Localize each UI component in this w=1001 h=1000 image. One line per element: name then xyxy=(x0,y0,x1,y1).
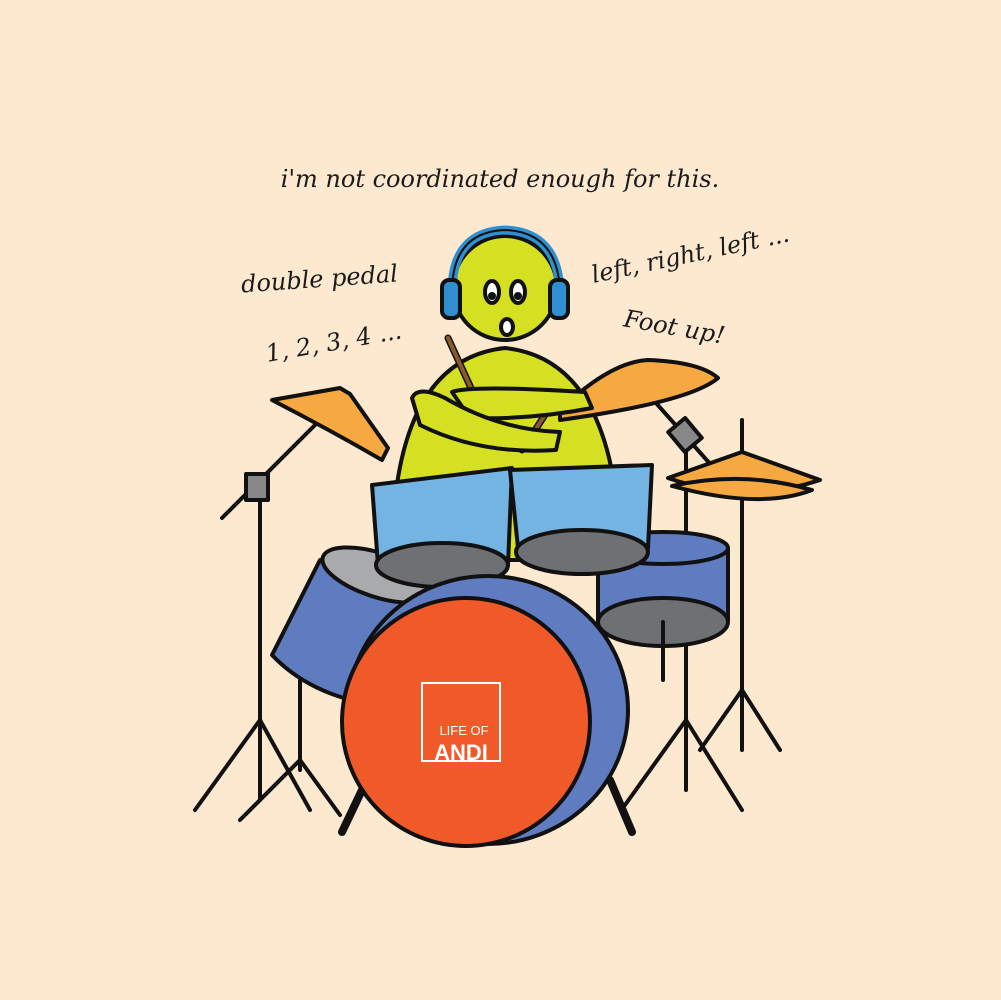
caption-foot-up: Foot up! xyxy=(621,304,727,349)
logo-line1: LIFE OF xyxy=(439,723,488,738)
character-head xyxy=(451,234,559,342)
illustration: i'm not coordinated enough for this. dou… xyxy=(0,0,1001,1000)
bass-drum xyxy=(338,574,636,848)
caption-count: 1, 2, 3, 4 ... xyxy=(264,316,404,367)
bass-drum-head xyxy=(340,596,592,848)
drummer-illustration: i'm not coordinated enough for this. dou… xyxy=(193,165,822,848)
caption-double-pedal: double pedal xyxy=(240,260,399,299)
hi-hat-cymbal xyxy=(666,450,822,502)
logo-line2: ANDI xyxy=(434,740,488,765)
rack-tom-left xyxy=(370,466,514,589)
caption-top: i'm not coordinated enough for this. xyxy=(281,165,719,193)
caption-left-right: left, right, left ... xyxy=(589,220,792,289)
mouth xyxy=(499,317,515,337)
rack-tom-right xyxy=(508,463,654,576)
